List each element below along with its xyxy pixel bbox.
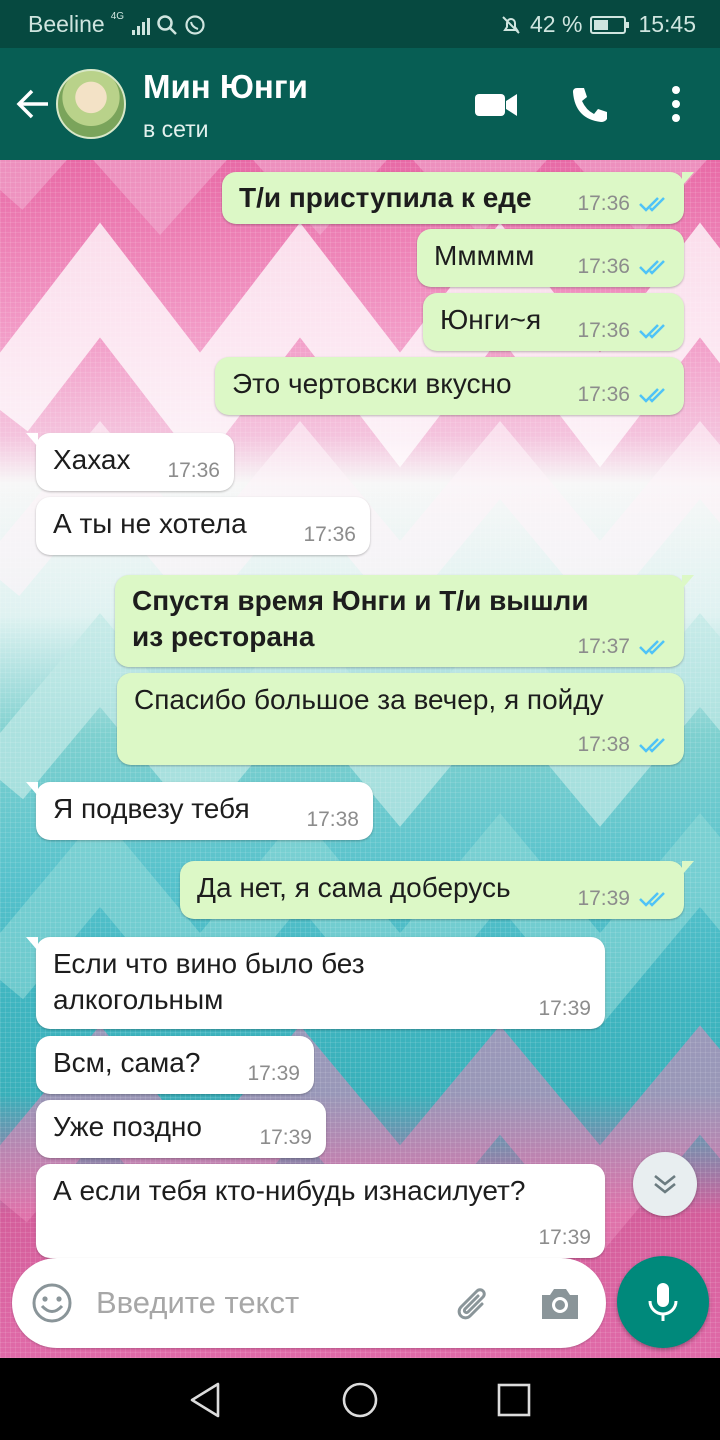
message-time: 17:39: [577, 887, 630, 910]
message-text-line: из ресторана: [132, 621, 315, 652]
more-vert-icon[interactable]: [660, 84, 692, 124]
mute-bell-icon: [502, 15, 520, 34]
video-call-icon[interactable]: [472, 84, 520, 124]
message-text: Я подвезу тебя: [53, 793, 250, 824]
search-icon: [157, 14, 177, 35]
message-text: Ммммм: [434, 240, 535, 271]
message-text: Это чертовски вкусно: [232, 368, 512, 399]
back-arrow-icon[interactable]: [14, 84, 54, 124]
message-outgoing[interactable]: Это чертовски вкусно 17:36: [215, 357, 684, 415]
message-time: 17:39: [538, 997, 591, 1020]
phone-call-icon[interactable]: [567, 84, 615, 124]
message-time: 17:38: [306, 808, 359, 831]
message-time: 17:36: [167, 459, 220, 482]
scroll-to-bottom-button[interactable]: [633, 1152, 697, 1216]
message-text: Спасибо большое за вечер, я пойду: [134, 684, 604, 715]
read-ticks-icon: [639, 324, 665, 339]
camera-icon[interactable]: [538, 1283, 582, 1323]
battery-icon: [590, 15, 630, 34]
message-time: 17:36: [577, 383, 630, 406]
message-input[interactable]: [96, 1282, 426, 1324]
message-text: Т/и приступила к еде: [239, 182, 532, 213]
message-time: 17:39: [247, 1062, 300, 1085]
clock: 15:45: [638, 11, 696, 37]
message-incoming[interactable]: Если что вино было без алкогольным 17:39: [26, 937, 605, 1029]
message-text: Всм, сама?: [53, 1047, 201, 1078]
read-ticks-icon: [639, 388, 665, 403]
message-text: А если тебя кто-нибудь изнасилует?: [53, 1175, 526, 1206]
battery-percent: 42 %: [530, 11, 583, 37]
signal-icon: [132, 15, 151, 35]
contact-status: в сети: [143, 116, 209, 142]
message-composer: [12, 1258, 606, 1348]
read-ticks-icon: [639, 892, 665, 907]
message-time: 17:36: [577, 255, 630, 278]
network-type: 4G: [110, 11, 125, 22]
double-chevron-down-icon: [654, 1174, 676, 1194]
avatar[interactable]: [56, 69, 126, 139]
message-time: 17:39: [259, 1126, 312, 1149]
message-text: А ты не хотела: [53, 508, 247, 539]
message-time: 17:39: [538, 1226, 591, 1249]
message-incoming[interactable]: Всм, сама? 17:39: [36, 1036, 314, 1094]
chat-area[interactable]: Т/и приступила к еде 17:36 Ммммм 17:36 Ю…: [0, 160, 720, 1358]
message-outgoing[interactable]: Т/и приступила к еде 17:36: [222, 172, 694, 224]
nav-recents-icon[interactable]: [494, 1380, 534, 1420]
chat-header: Мин Юнги в сети: [0, 48, 720, 160]
message-incoming[interactable]: Я подвезу тебя 17:38: [26, 782, 373, 840]
message-outgoing[interactable]: Спустя время Юнги и Т/и вышли из рестора…: [115, 575, 694, 667]
message-time: 17:37: [577, 635, 630, 658]
status-bar: Beeline 4G 42 % 15:45: [0, 0, 720, 48]
message-time: 17:36: [577, 192, 630, 215]
message-time: 17:38: [577, 733, 630, 756]
message-text: Хахах: [53, 444, 131, 475]
attach-icon[interactable]: [452, 1282, 496, 1326]
message-text: Юнги~я: [440, 304, 542, 335]
message-outgoing[interactable]: Ммммм 17:36: [417, 229, 684, 287]
message-outgoing[interactable]: Юнги~я 17:36: [423, 293, 684, 351]
mic-icon: [648, 1283, 678, 1321]
message-incoming[interactable]: Уже поздно 17:39: [36, 1100, 326, 1158]
message-time: 17:36: [303, 523, 356, 546]
message-text: Да нет, я сама доберусь: [197, 872, 511, 903]
nav-back-icon[interactable]: [186, 1380, 226, 1420]
message-text-line: алкогольным: [53, 984, 224, 1015]
message-incoming[interactable]: А если тебя кто-нибудь изнасилует? 17:39: [36, 1164, 605, 1258]
whatsapp-icon: [185, 14, 205, 35]
read-ticks-icon: [639, 197, 665, 212]
message-text-line: Если что вино было без: [53, 948, 365, 979]
message-incoming[interactable]: Хахах 17:36: [26, 433, 234, 491]
nav-home-icon[interactable]: [340, 1380, 380, 1420]
message-outgoing[interactable]: Спасибо большое за вечер, я пойду 17:38: [117, 673, 684, 765]
message-time: 17:36: [577, 319, 630, 342]
message-incoming[interactable]: А ты не хотела 17:36: [36, 497, 370, 555]
read-ticks-icon: [639, 738, 665, 753]
message-text: Уже поздно: [53, 1111, 202, 1142]
voice-record-button[interactable]: [617, 1256, 709, 1348]
contact-name[interactable]: Мин Юнги: [143, 68, 308, 106]
carrier-name: Beeline: [28, 11, 105, 37]
read-ticks-icon: [639, 260, 665, 275]
emoji-icon[interactable]: [30, 1281, 74, 1325]
message-outgoing[interactable]: Да нет, я сама доберусь 17:39: [180, 861, 694, 919]
system-nav-bar: [0, 1358, 720, 1440]
read-ticks-icon: [639, 640, 665, 655]
message-text-line: Спустя время Юнги и Т/и вышли: [132, 585, 589, 616]
